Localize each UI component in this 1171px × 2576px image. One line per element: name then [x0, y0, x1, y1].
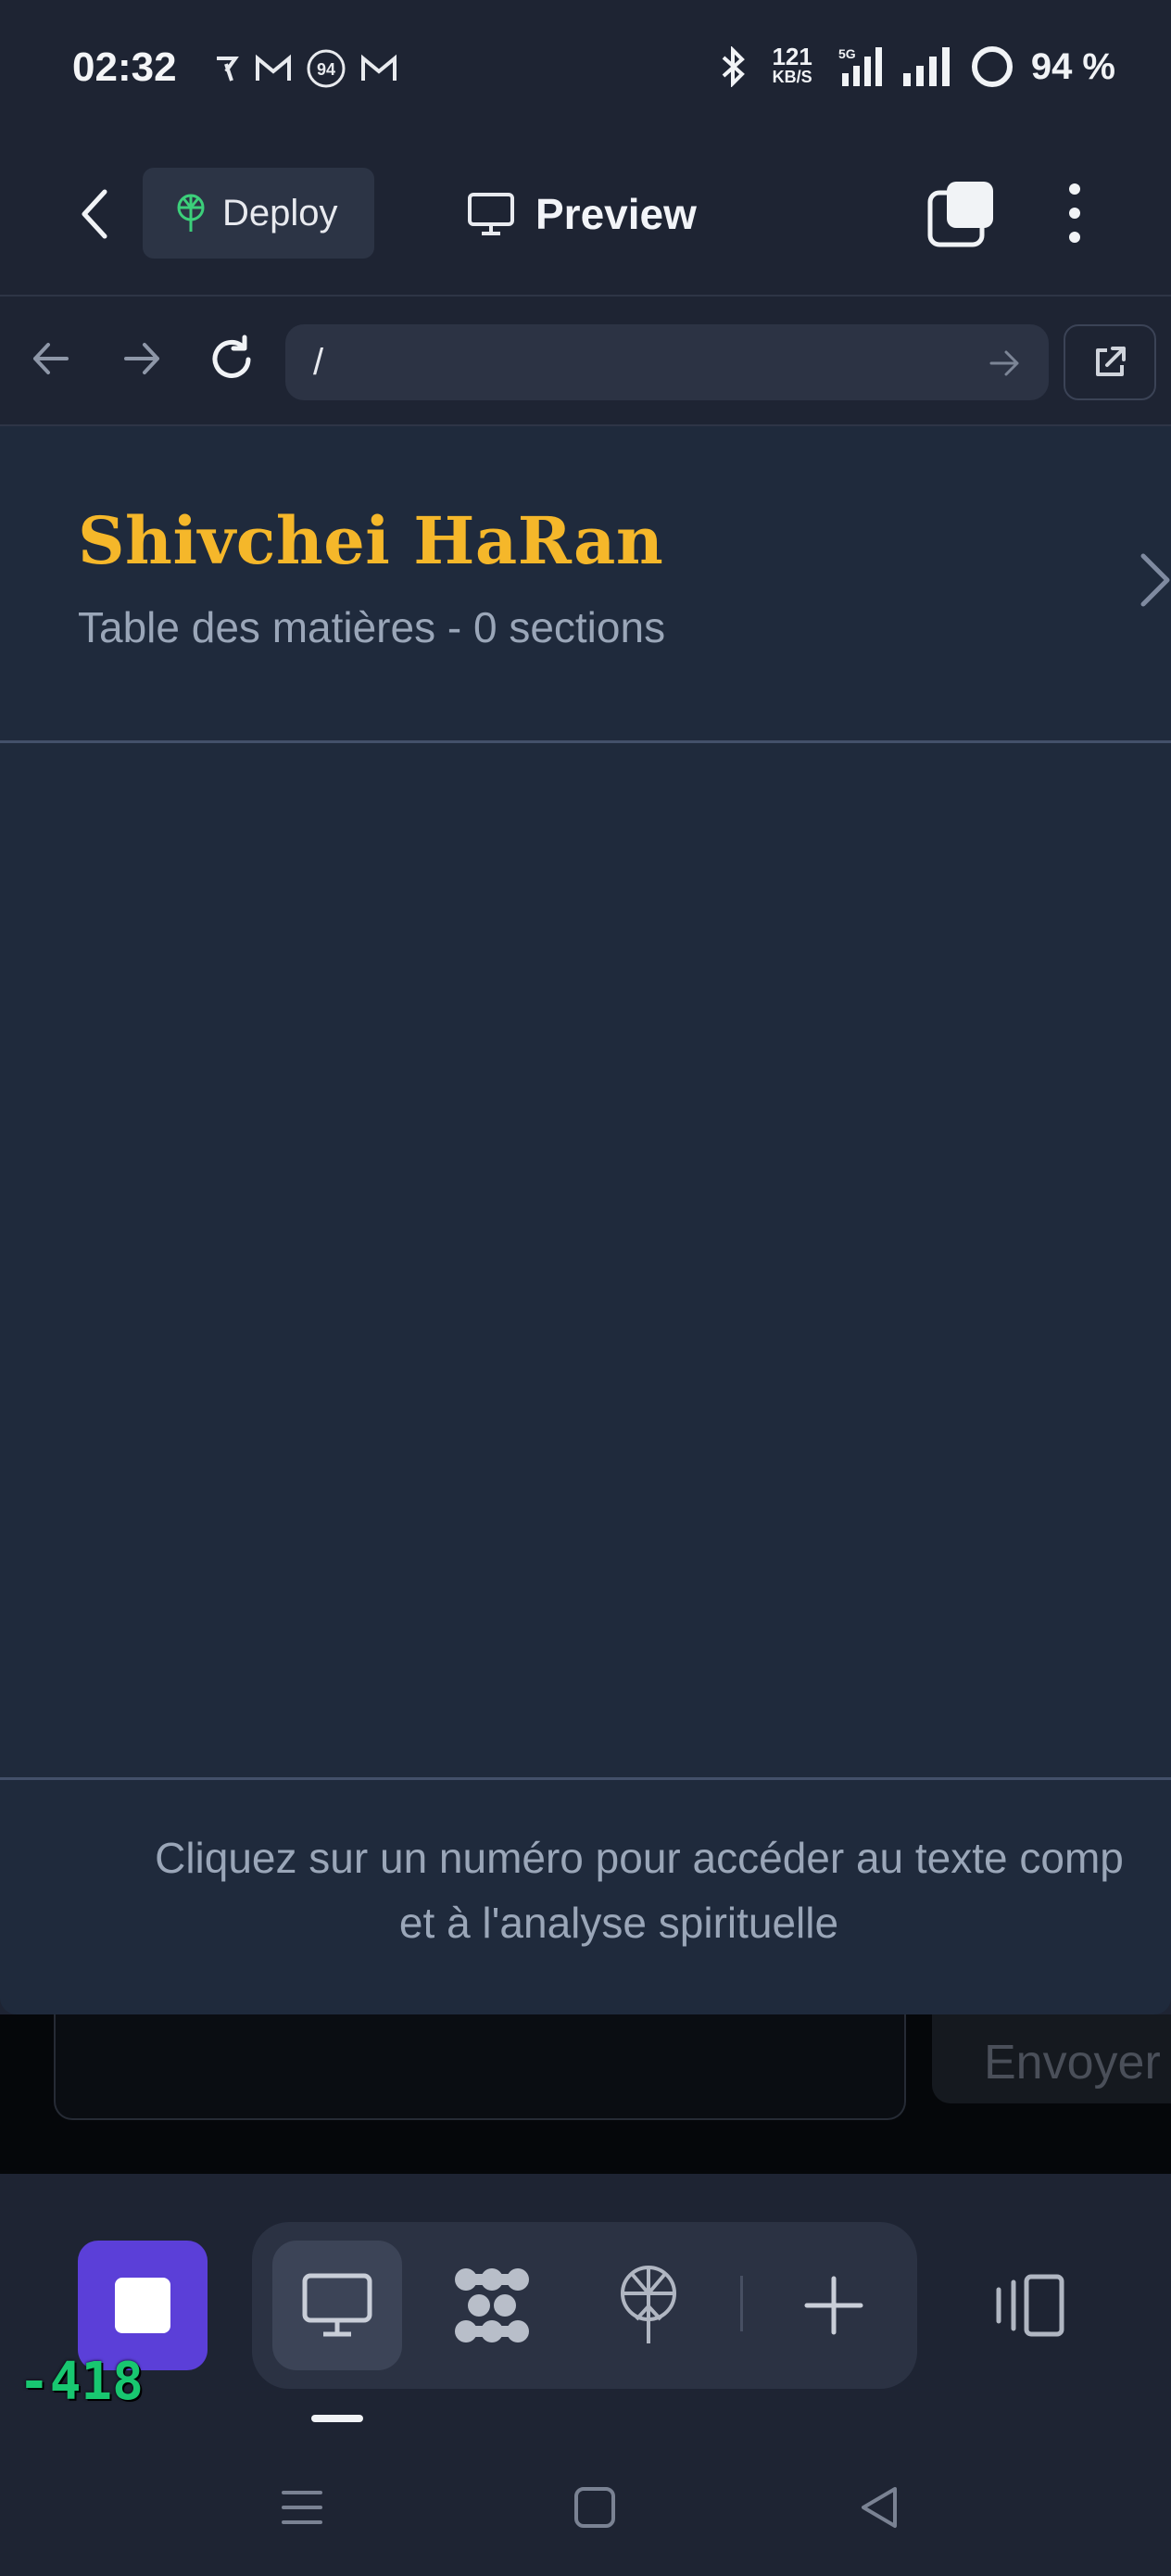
status-time: 02:32: [72, 44, 177, 90]
menu-icon: [282, 2491, 322, 2524]
arrow-right-icon: [989, 350, 1019, 376]
system-back-button[interactable]: [858, 2485, 900, 2534]
tab-preview[interactable]: [272, 2241, 402, 2370]
svg-text:94: 94: [317, 60, 335, 79]
preview-panel: Shivchei HaRan Table des matières - 0 se…: [0, 426, 1171, 2014]
deploy-icon: [621, 2266, 676, 2343]
external-link-icon: [1096, 347, 1126, 376]
bluetooth-icon: [723, 46, 746, 87]
stop-icon: [115, 2278, 170, 2333]
toc-header: Shivchei HaRan Table des matières - 0 se…: [0, 426, 1171, 743]
tab-separator: [740, 2276, 743, 2331]
agent-icon: [455, 2268, 529, 2342]
url-text: /: [313, 341, 324, 383]
arrow-left-icon: [33, 343, 69, 374]
home-button[interactable]: [573, 2485, 617, 2534]
stop-button[interactable]: [78, 2241, 208, 2370]
more-menu-button[interactable]: [1056, 178, 1093, 248]
gmail-icon-2: [361, 54, 397, 81]
triangle-back-icon: [862, 2487, 897, 2528]
chat-input[interactable]: [54, 2014, 906, 2120]
footer-divider: [0, 1777, 1171, 1780]
notification-icons: 94: [213, 48, 398, 89]
url-input[interactable]: /: [285, 324, 1049, 400]
send-button[interactable]: Envoyer: [932, 2014, 1171, 2103]
deploy-button[interactable]: Deploy: [143, 168, 374, 259]
instructions-line-2: et à l'analyse spirituelle: [398, 1899, 839, 1947]
add-tab-button[interactable]: [797, 2268, 871, 2342]
plus-icon: [804, 2276, 863, 2335]
windows-icon: [927, 182, 993, 247]
square-icon: [574, 2487, 615, 2528]
monitor-icon: [302, 2273, 372, 2337]
open-external-button[interactable]: [1064, 324, 1156, 400]
page-subtitle: Table des matières - 0 sections: [78, 603, 666, 651]
monitor-icon: [468, 193, 514, 235]
windows-button[interactable]: [926, 178, 997, 248]
battery-level: 94 %: [1030, 45, 1115, 87]
chevron-right-icon: [1140, 553, 1170, 607]
badge-94-icon: 94: [307, 49, 346, 88]
dot: [1069, 183, 1080, 195]
tab-deploy[interactable]: [602, 2257, 695, 2354]
arrow-right-icon: [124, 343, 159, 374]
deploy-icon: [177, 194, 205, 232]
preview-tab[interactable]: Preview: [467, 182, 697, 246]
chevron-left-icon: [82, 189, 107, 239]
preview-label: Preview: [535, 190, 697, 238]
deploy-label: Deploy: [222, 192, 338, 234]
reload-icon: [212, 335, 251, 378]
instructions-text: Cliquez sur un numéro pour accéder au te…: [37, 1825, 1171, 1955]
tab-agent[interactable]: [441, 2261, 543, 2350]
active-tab-indicator: [311, 2415, 363, 2422]
gmail-icon: [256, 54, 291, 81]
recent-apps-button[interactable]: [280, 2487, 324, 2532]
dot: [1069, 208, 1080, 219]
layout-toggle-button[interactable]: [986, 2268, 1069, 2342]
page-title: Shivchei HaRan: [78, 502, 664, 579]
send-label: Envoyer: [984, 2036, 1161, 2090]
svg-text:5G: 5G: [838, 46, 856, 61]
browser-forward-button[interactable]: [119, 335, 165, 386]
dot: [1069, 232, 1080, 243]
network-speed: 121 KB/S: [772, 43, 812, 86]
signal-5g-icon: 5G: [838, 46, 882, 86]
battery-ring-icon: [971, 46, 1013, 87]
instructions-line-1: Cliquez sur un numéro pour accéder au te…: [155, 1834, 1124, 1882]
split-layout-icon: [996, 2274, 1064, 2337]
browser-back-button[interactable]: [28, 335, 74, 386]
app-notification-icon: [217, 57, 239, 82]
debug-counter: -418: [19, 2352, 144, 2412]
url-go-button[interactable]: [988, 347, 1021, 385]
back-button[interactable]: [67, 182, 122, 246]
status-indicators: 121 KB/S 5G 94 %: [714, 44, 1115, 89]
expand-button[interactable]: [1138, 550, 1171, 614]
signal-icon: [902, 47, 950, 86]
reload-button[interactable]: [206, 334, 258, 390]
